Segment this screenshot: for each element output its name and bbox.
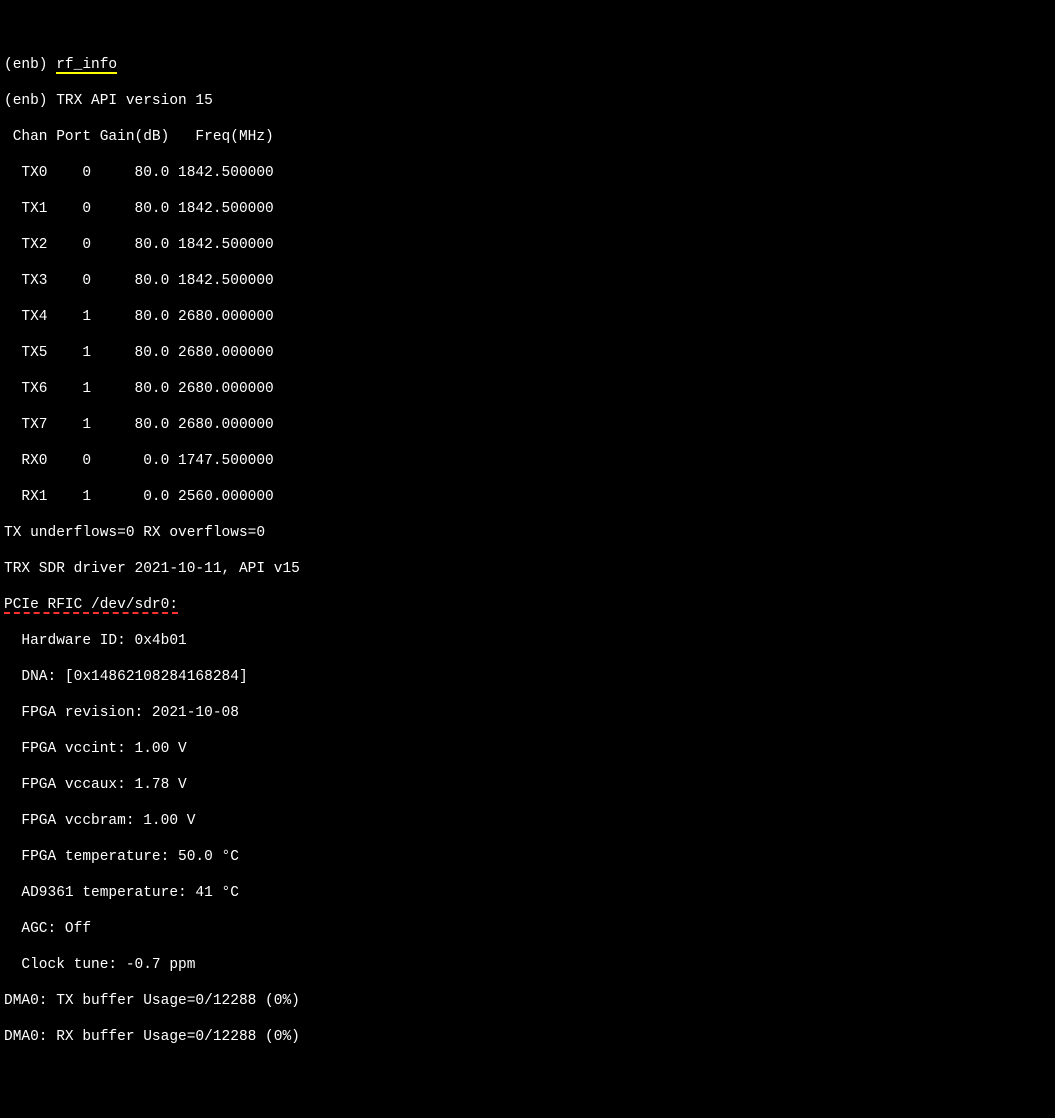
info-line: FPGA vccint: 1.00 V (4, 740, 1051, 758)
table-row: TX4 1 80.0 2680.000000 (4, 308, 1051, 326)
dma-line: DMA0: TX buffer Usage=0/12288 (0%) (4, 992, 1051, 1010)
table-row: TX3 0 80.0 1842.500000 (4, 272, 1051, 290)
flows-line: TX underflows=0 RX overflows=0 (4, 524, 1051, 542)
table-row: RX1 1 0.0 2560.000000 (4, 488, 1051, 506)
info-line: FPGA revision: 2021-10-08 (4, 704, 1051, 722)
prompt: (enb) (4, 57, 56, 73)
info-line: Clock tune: -0.7 ppm (4, 956, 1051, 974)
info-line: Hardware ID: 0x4b01 (4, 632, 1051, 650)
terminal-screen: { "line1": { "prefix": "(enb) ", "cmd": … (0, 0, 1055, 559)
table-header: Chan Port Gain(dB) Freq(MHz) (4, 128, 1051, 146)
table-row: TX6 1 80.0 2680.000000 (4, 380, 1051, 398)
rfic-text: PCIe RFIC /dev/sdr0: (4, 598, 178, 614)
table-row: TX1 0 80.0 1842.500000 (4, 200, 1051, 218)
table-row: TX0 0 80.0 1842.500000 (4, 164, 1051, 182)
cli-line-cmd: (enb) rf_info (4, 56, 1051, 74)
table-row: TX7 1 80.0 2680.000000 (4, 416, 1051, 434)
info-line: AD9361 temperature: 41 °C (4, 884, 1051, 902)
info-line: FPGA temperature: 50.0 °C (4, 848, 1051, 866)
info-line: AGC: Off (4, 920, 1051, 938)
info-line: FPGA vccaux: 1.78 V (4, 776, 1051, 794)
rfic-line: PCIe RFIC /dev/sdr0: (4, 596, 1051, 614)
driver-line: TRX SDR driver 2021-10-11, API v15 (4, 560, 1051, 578)
table-row: TX5 1 80.0 2680.000000 (4, 344, 1051, 362)
cli-line-version: (enb) TRX API version 15 (4, 92, 1051, 110)
command-text: rf_info (56, 58, 117, 74)
info-line: FPGA vccbram: 1.00 V (4, 812, 1051, 830)
dma-line: DMA0: RX buffer Usage=0/12288 (0%) (4, 1028, 1051, 1046)
info-line: DNA: [0x14862108284168284] (4, 668, 1051, 686)
table-row: RX0 0 0.0 1747.500000 (4, 452, 1051, 470)
table-row: TX2 0 80.0 1842.500000 (4, 236, 1051, 254)
